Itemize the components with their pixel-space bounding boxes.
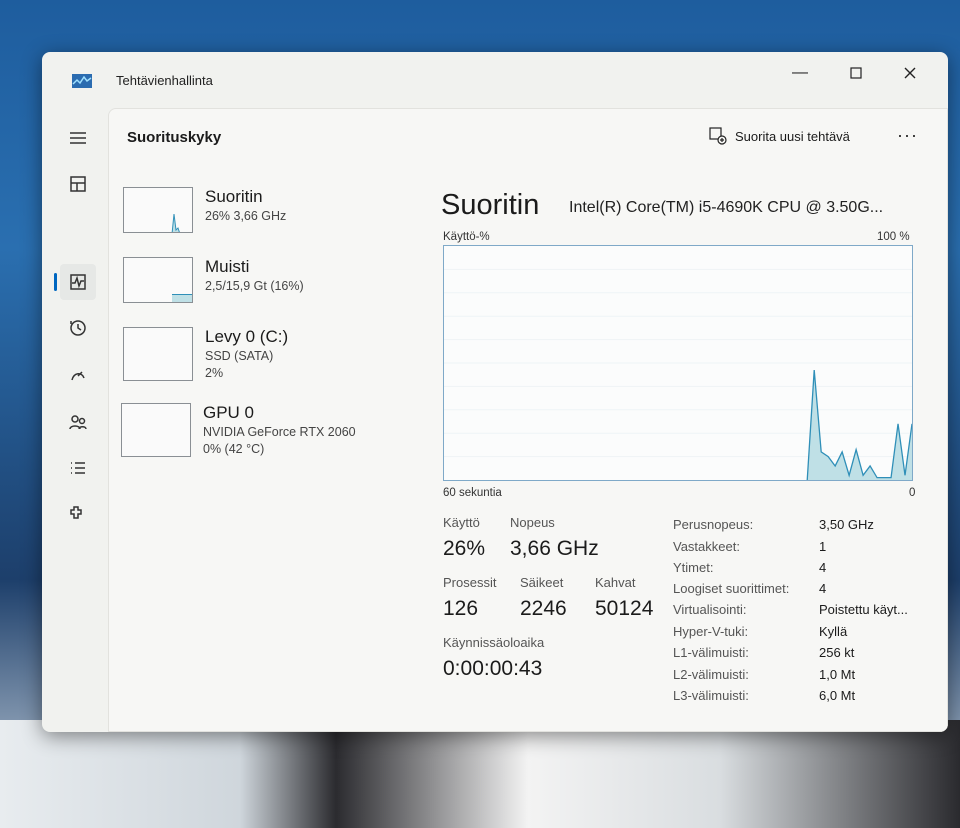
perf-item-detail: NVIDIA GeForce RTX 2060 — [203, 425, 356, 439]
spec-label: Hyper-V-tuki: — [673, 624, 749, 639]
spec-value: Poistettu käyt... — [819, 602, 908, 617]
menu-button[interactable] — [60, 120, 96, 156]
perf-item-name: Levy 0 (C:) — [205, 327, 289, 346]
nav-startup[interactable] — [60, 358, 96, 394]
page-title: Suorituskyky — [127, 129, 222, 146]
spec-label: Loogiset suoritti­met: — [673, 581, 790, 596]
startup-icon — [71, 371, 85, 381]
app-history-icon — [70, 320, 86, 336]
perf-item-detail: SSD (SATA) — [205, 349, 274, 363]
graph-x-label: 60 sekuntia — [443, 487, 502, 499]
uptime-label: Käynnissäoloaika — [443, 635, 545, 650]
nav-performance[interactable] — [60, 264, 96, 300]
perf-item-gpu[interactable]: GPU 0 NVIDIA GeForce RTX 2060 0% (42 °C) — [121, 403, 421, 463]
spec-value: 1 — [819, 539, 827, 554]
run-new-task-button[interactable]: Suorita uusi tehtävä — [709, 127, 850, 145]
spec-label: Perusnopeus: — [673, 517, 754, 532]
maximize-icon — [850, 67, 862, 79]
usage-value: 26% — [443, 537, 486, 560]
nav-details[interactable] — [60, 450, 96, 486]
spec-label: Ytimet: — [673, 560, 714, 575]
speed-label: Nopeus — [510, 515, 555, 530]
perf-item-name: Suoritin — [205, 187, 263, 206]
processes-value: 126 — [443, 597, 479, 620]
window-title: Tehtävienhallinta — [116, 73, 213, 88]
nav-users[interactable] — [60, 404, 96, 440]
cpu-thumbnail — [123, 187, 193, 233]
uptime-value: 0:00:00:43 — [443, 657, 543, 680]
task-manager-app-icon — [72, 74, 92, 88]
spec-value: 3,50 GHz — [819, 517, 874, 532]
detail-title: Suoritin — [441, 189, 540, 221]
processes-label: Prosessit — [443, 575, 497, 590]
perf-item-cpu[interactable]: Suoritin 26% 3,66 GHz — [123, 187, 423, 247]
perf-item-detail: 26% 3,66 GHz — [205, 209, 287, 223]
disk-thumbnail — [123, 327, 193, 381]
performance-page: Suorituskyky Suorita uusi tehtävä ··· Su… — [108, 108, 948, 732]
spec-label: Vastakkeet: — [673, 539, 740, 554]
spec-value: Kyllä — [819, 624, 848, 639]
minimize-button[interactable]: — — [776, 58, 824, 88]
perf-item-memory[interactable]: Muisti 2,5/15,9 Gt (16%) — [123, 257, 423, 317]
perf-item-disk[interactable]: Levy 0 (C:) SSD (SATA) 2% — [123, 327, 423, 387]
details-icon — [71, 462, 85, 474]
graph-y-max: 100 % — [877, 231, 910, 243]
maximize-button[interactable] — [832, 58, 880, 88]
task-manager-window: Tehtävienhallinta — Suorituskyky Suorita… — [42, 52, 948, 732]
spec-label: Virtualisointi: — [673, 602, 747, 617]
users-icon — [69, 415, 87, 430]
active-indicator — [54, 273, 57, 291]
handles-label: Kahvat — [595, 575, 636, 590]
cpu-usage-chart — [444, 268, 913, 481]
close-icon — [904, 67, 916, 79]
title-bar[interactable]: Tehtävienhallinta — — [42, 52, 948, 108]
spec-label: L3-välimuisti: — [673, 688, 749, 703]
close-button[interactable] — [886, 58, 934, 88]
services-icon — [70, 506, 82, 519]
spec-value: 256 kt — [819, 645, 855, 660]
graph-y-label: Käyttö-% — [443, 231, 490, 243]
nav-processes[interactable] — [60, 166, 96, 202]
speed-value: 3,66 GHz — [510, 537, 599, 560]
threads-label: Säikeet — [520, 575, 564, 590]
cpu-usage-graph — [443, 245, 913, 481]
spec-value: 4 — [819, 560, 827, 575]
more-options-button[interactable]: ··· — [897, 125, 918, 146]
perf-item-usage: 0% (42 °C) — [203, 442, 265, 456]
spec-value: 6,0 Mt — [819, 688, 856, 703]
spec-value: 4 — [819, 581, 827, 596]
desktop-wallpaper — [0, 720, 960, 828]
nav-app-history[interactable] — [60, 310, 96, 346]
perf-item-detail: 2,5/15,9 Gt (16%) — [205, 279, 304, 293]
nav-services[interactable] — [60, 496, 96, 532]
run-new-task-label: Suorita uusi tehtävä — [735, 128, 850, 144]
memory-thumbnail — [123, 257, 193, 303]
spec-label: L1-välimuisti: — [673, 645, 749, 660]
cpu-model-name: Intel(R) Core(TM) i5-4690K CPU @ 3.50G..… — [569, 199, 884, 216]
processes-icon — [70, 176, 86, 192]
perf-item-name: GPU 0 — [203, 403, 255, 422]
new-task-icon — [709, 127, 727, 145]
usage-label: Käyttö — [443, 515, 480, 530]
menu-icon — [70, 132, 86, 144]
spec-value: 1,0 Mt — [819, 667, 856, 682]
threads-value: 2246 — [520, 597, 567, 620]
sidebar — [42, 108, 108, 732]
graph-x-end: 0 — [909, 487, 916, 499]
handles-value: 50124 — [595, 597, 654, 620]
performance-icon — [70, 274, 86, 290]
gpu-thumbnail — [121, 403, 191, 457]
minimize-icon: — — [792, 64, 808, 81]
perf-item-name: Muisti — [205, 257, 250, 276]
perf-item-usage: 2% — [205, 366, 224, 380]
spec-label: L2-välimuisti: — [673, 667, 749, 682]
